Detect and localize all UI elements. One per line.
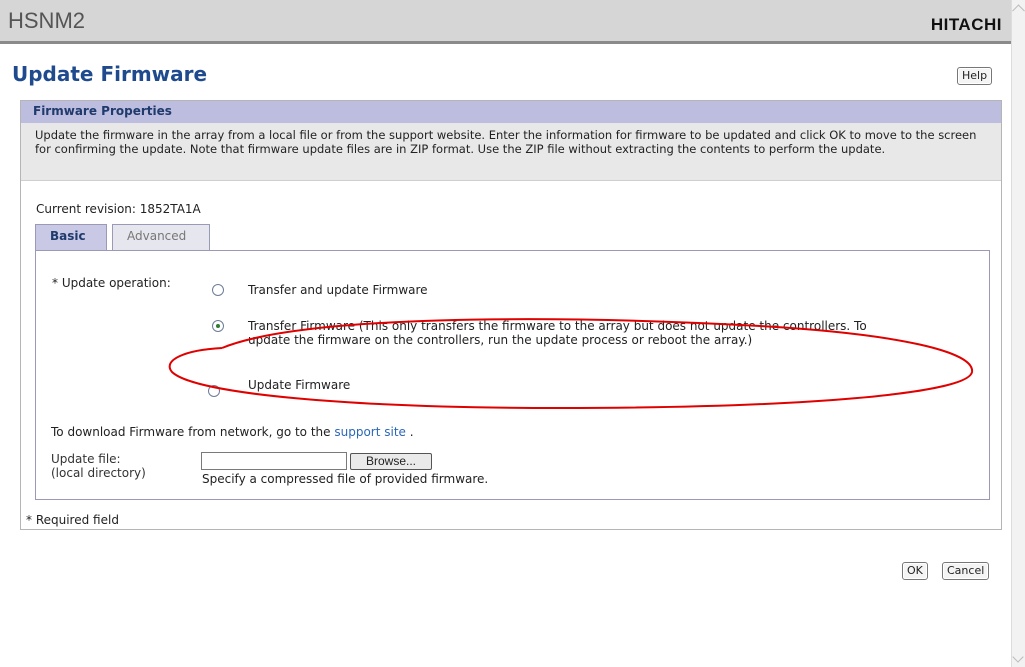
network-suffix: . xyxy=(409,425,414,439)
cancel-button[interactable]: Cancel xyxy=(942,562,990,580)
update-file-label: Update file: (local directory) xyxy=(51,452,146,480)
tab-basic[interactable]: Basic xyxy=(35,224,107,250)
blank-area xyxy=(163,322,183,344)
option-transfer-firmware-label: Transfer Firmware (This only transfers t… xyxy=(248,319,867,347)
section-description: Update the firmware in the array from a … xyxy=(21,123,1001,181)
update-file-hint: Specify a compressed file of provided fi… xyxy=(202,472,489,486)
radio-update-firmware[interactable] xyxy=(208,385,220,397)
app-title: HSNM2 xyxy=(8,8,86,33)
network-text: To download Firmware from network, go to… xyxy=(51,425,331,439)
brand-logo: HITACHI xyxy=(930,15,1002,34)
browse-button[interactable]: Browse... xyxy=(350,453,432,470)
page-title: Update Firmware xyxy=(12,62,208,86)
radio-transfer-and-update[interactable] xyxy=(212,284,224,296)
app-header: HSNM2 HITACHI xyxy=(0,0,1012,44)
support-site-link[interactable]: support site xyxy=(334,425,406,439)
required-field-note: * Required field xyxy=(26,513,119,527)
radio-transfer-firmware[interactable] xyxy=(212,320,224,332)
scroll-down-icon[interactable] xyxy=(1012,651,1024,663)
vertical-scrollbar[interactable] xyxy=(1011,0,1025,667)
update-operation-label: * Update operation: xyxy=(52,276,171,290)
tab-advanced[interactable]: Advanced xyxy=(112,224,210,250)
option-update-firmware-label: Update Firmware xyxy=(248,378,351,392)
section-header: Firmware Properties xyxy=(21,101,1001,123)
help-button[interactable]: Help xyxy=(957,67,993,85)
tab-panel-basic xyxy=(35,250,990,500)
update-file-label-line2: (local directory) xyxy=(51,466,146,480)
ok-button[interactable]: OK xyxy=(902,562,928,580)
current-revision: Current revision: 1852TA1A xyxy=(36,202,201,216)
network-download-text: To download Firmware from network, go to… xyxy=(51,425,414,439)
update-file-label-line1: Update file: xyxy=(51,452,121,466)
update-file-input[interactable] xyxy=(201,452,347,470)
scroll-up-icon[interactable] xyxy=(1012,4,1025,18)
option-transfer-and-update-label: Transfer and update Firmware xyxy=(248,283,428,297)
